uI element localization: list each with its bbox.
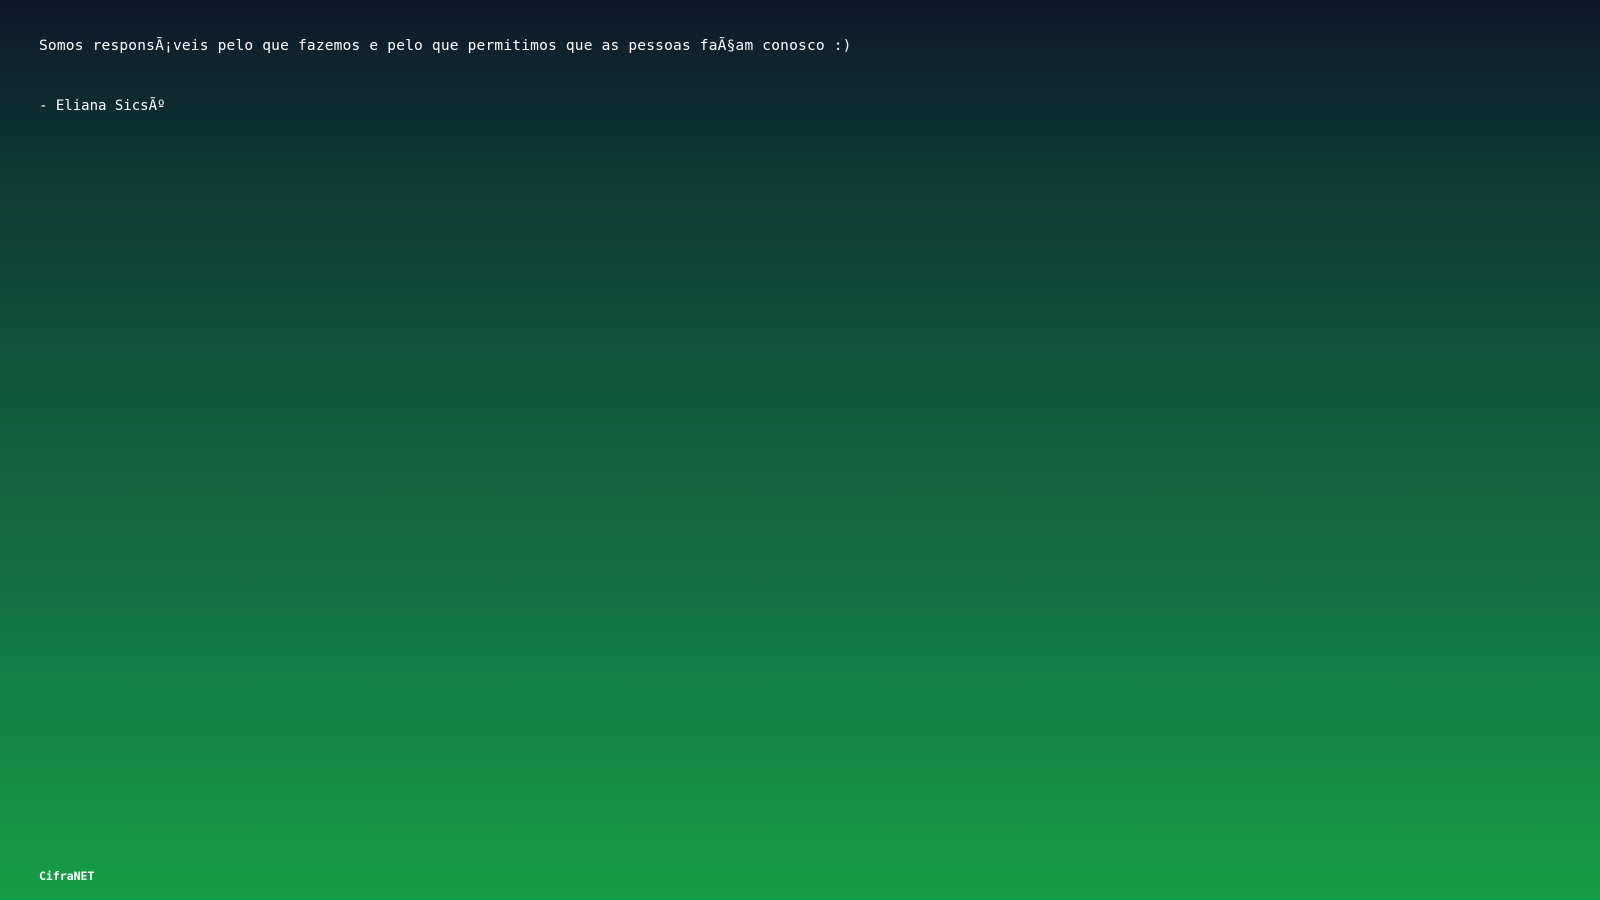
screensaver-screen: Somos responsÃ¡veis pelo que fazemos e p… [0,0,1600,900]
brand-label: CifraNET [39,869,95,883]
quote-text: Somos responsÃ¡veis pelo que fazemos e p… [39,38,852,54]
quote-author: - Eliana SicsÃº [39,98,166,114]
